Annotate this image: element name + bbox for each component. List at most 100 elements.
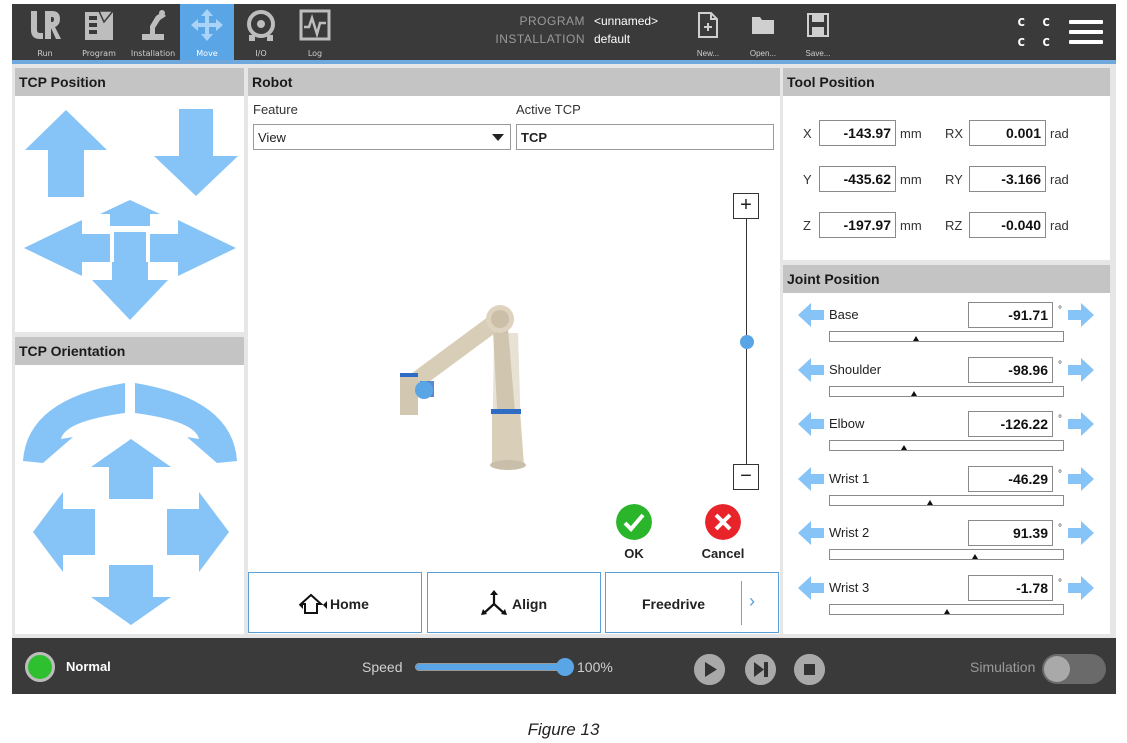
tool-rot-value-field[interactable]: -3.166 xyxy=(969,166,1046,192)
io-icon xyxy=(247,10,275,41)
joint-slider-marker xyxy=(927,499,934,505)
tool-rot-unit: rad xyxy=(1050,172,1069,187)
status-cc-top: c c xyxy=(1017,14,1055,30)
robot-3d-view[interactable] xyxy=(388,293,558,473)
rotate-xy-arrows-icon[interactable] xyxy=(31,437,231,627)
move-planar-arrows-icon[interactable] xyxy=(22,198,238,322)
move-down-arrow-icon[interactable] xyxy=(152,108,240,198)
joint-value-field[interactable]: -126.22 xyxy=(968,411,1053,437)
tcp-position-panel: TCP Position xyxy=(15,68,244,332)
freedrive-button[interactable]: Freedrive › xyxy=(605,572,779,633)
tool-value-field[interactable]: -143.97 xyxy=(819,120,896,146)
joint-decrease-arrow-icon[interactable] xyxy=(797,357,825,383)
zoom-in-button[interactable]: + xyxy=(733,193,759,219)
ok-label[interactable]: OK xyxy=(610,546,658,561)
tab-io[interactable]: I/O xyxy=(234,4,288,60)
zoom-out-button[interactable]: − xyxy=(733,464,759,490)
joint-slider-track[interactable] xyxy=(829,331,1064,342)
joint-slider-marker xyxy=(901,445,908,450)
joint-decrease-arrow-icon[interactable] xyxy=(797,575,825,601)
joint-slider-marker xyxy=(910,390,917,396)
installation-name: default xyxy=(594,32,631,46)
status-indicator-icon[interactable] xyxy=(25,652,55,682)
tab-run[interactable]: Run xyxy=(18,4,72,60)
tab-program-label: Program xyxy=(82,49,116,58)
tcp-orientation-panel: TCP Orientation xyxy=(15,337,244,634)
joint-increase-arrow-icon[interactable] xyxy=(1067,575,1095,601)
degree-symbol: ° xyxy=(1058,468,1062,480)
joint-slider-marker xyxy=(971,554,978,559)
joint-increase-arrow-icon[interactable] xyxy=(1067,466,1095,492)
play-icon[interactable] xyxy=(694,654,725,685)
joint-slider-marker xyxy=(943,608,950,614)
home-button[interactable]: Home xyxy=(248,572,422,633)
program-icon xyxy=(85,10,115,40)
tool-axis-label: Y xyxy=(803,172,812,187)
tool-unit: mm xyxy=(900,218,922,233)
zoom-slider-thumb[interactable] xyxy=(740,334,754,349)
joint-slider-marker xyxy=(912,336,919,341)
tab-move[interactable]: Move xyxy=(180,4,234,60)
freedrive-divider xyxy=(741,581,742,625)
simulation-toggle[interactable] xyxy=(1042,654,1106,684)
joint-value-field[interactable]: -46.29 xyxy=(968,465,1053,492)
step-icon[interactable] xyxy=(745,654,776,685)
joint-slider-track[interactable] xyxy=(829,440,1064,451)
tab-program[interactable]: Program xyxy=(72,4,126,60)
tcp-position-title: TCP Position xyxy=(15,68,244,96)
joint-increase-arrow-icon[interactable] xyxy=(1067,357,1095,383)
tool-rot-unit: rad xyxy=(1050,218,1069,233)
speed-slider-track[interactable] xyxy=(415,663,567,671)
menu-icon[interactable] xyxy=(1069,18,1103,46)
tool-value-field[interactable]: -197.97 xyxy=(819,212,896,238)
align-button[interactable]: Align xyxy=(427,572,601,633)
folder-icon xyxy=(752,17,774,34)
feature-select[interactable]: View xyxy=(253,124,511,150)
tab-log-label: Log xyxy=(307,49,323,58)
tool-rot-axis-label: RY xyxy=(945,172,963,187)
tool-position-panel: Tool Position X -143.97 mm RX 0.001 rad Y -435.… xyxy=(783,68,1110,260)
tool-value-field[interactable]: -435.62 xyxy=(819,166,896,192)
speed-slider-fill xyxy=(416,664,566,670)
joint-slider-track[interactable] xyxy=(829,385,1064,397)
joint-slider-track[interactable] xyxy=(829,494,1064,506)
joint-name: Wrist 1 xyxy=(829,470,870,486)
tab-log[interactable]: Log xyxy=(288,4,342,60)
tool-rot-value-field[interactable]: -0.040 xyxy=(969,212,1046,238)
speed-label: Speed xyxy=(362,659,403,675)
ok-check-icon[interactable] xyxy=(616,504,652,540)
tool-rot-unit: rad xyxy=(1050,126,1069,141)
cancel-x-icon[interactable] xyxy=(705,504,741,540)
tool-rot-value-field[interactable]: 0.001 xyxy=(969,120,1046,146)
joint-value-field[interactable]: -1.78 xyxy=(968,574,1053,601)
joint-slider-track[interactable] xyxy=(829,549,1064,560)
cancel-label[interactable]: Cancel xyxy=(688,546,758,561)
joint-value-field[interactable]: -98.96 xyxy=(968,356,1053,383)
joint-value-field[interactable]: 91.39 xyxy=(968,520,1053,546)
top-bar-accent xyxy=(12,60,1116,64)
joint-decrease-arrow-icon[interactable] xyxy=(797,411,825,437)
stop-icon[interactable] xyxy=(794,654,825,685)
tab-move-label: Move xyxy=(196,49,218,58)
joint-value-field[interactable]: -91.71 xyxy=(968,302,1053,328)
joint-increase-arrow-icon[interactable] xyxy=(1067,302,1095,328)
tool-unit: mm xyxy=(900,172,922,187)
joint-decrease-arrow-icon[interactable] xyxy=(797,302,825,328)
speed-slider-thumb[interactable] xyxy=(556,658,574,676)
save-label: Save... xyxy=(805,49,831,58)
joint-increase-arrow-icon[interactable] xyxy=(1067,411,1095,437)
move-up-arrow-icon[interactable] xyxy=(23,108,109,198)
open-button[interactable]: Open... xyxy=(740,10,786,60)
tab-installation[interactable]: Installation xyxy=(126,4,180,60)
joint-name: Elbow xyxy=(829,416,865,431)
tab-installation-label: Installation xyxy=(130,49,176,58)
joint-increase-arrow-icon[interactable] xyxy=(1067,520,1095,546)
new-button[interactable]: New... xyxy=(685,10,731,60)
joint-decrease-arrow-icon[interactable] xyxy=(797,520,825,546)
chevron-right-icon: › xyxy=(749,591,755,611)
active-tcp-field[interactable]: TCP xyxy=(516,124,774,150)
save-button[interactable]: Save... xyxy=(795,10,841,60)
joint-decrease-arrow-icon[interactable] xyxy=(797,466,825,492)
ur-logo-icon xyxy=(31,11,61,39)
simulation-toggle-knob xyxy=(1044,656,1070,682)
